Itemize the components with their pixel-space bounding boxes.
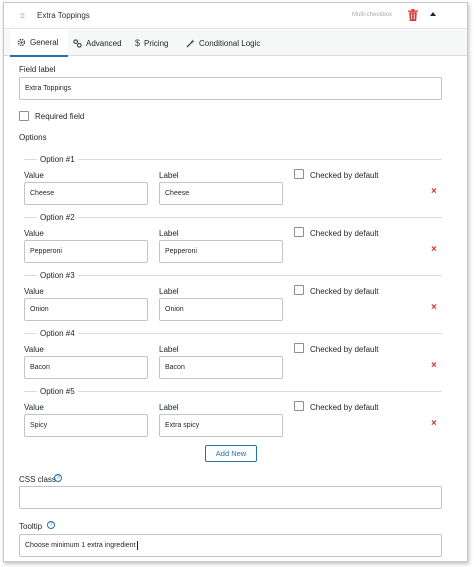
option-label-input[interactable]: Bacon	[159, 356, 283, 379]
field-label-heading: Field label	[19, 65, 56, 74]
checked-by-default-label: Checked by default	[310, 345, 379, 354]
option-label-label: Label	[159, 403, 179, 412]
option-label-label: Label	[159, 171, 179, 180]
option-value-label: Value	[24, 287, 44, 296]
remove-option-icon[interactable]: ×	[431, 419, 437, 429]
option-label-input[interactable]: Pepperoni	[159, 240, 283, 263]
option-value-input[interactable]: Bacon	[24, 356, 148, 379]
checked-by-default-label: Checked by default	[310, 171, 379, 180]
field-editor-panel: ↕↕ Extra Toppings Multi-checkbox General	[3, 2, 468, 562]
tab-pricing[interactable]: $ Pricing	[135, 30, 168, 56]
css-class-help-icon[interactable]: ?	[54, 474, 62, 482]
tooltip-input[interactable]: Choose minimum 1 extra ingredient	[19, 534, 442, 557]
field-title: Extra Toppings	[37, 11, 90, 20]
remove-option-icon[interactable]: ×	[431, 303, 437, 313]
tab-advanced-label: Advanced	[86, 38, 122, 48]
sliders-icon	[73, 38, 82, 48]
wand-icon	[186, 38, 195, 48]
tab-bar: General Advanced $ Pricing Conditional L…	[4, 30, 467, 57]
option-value-label: Value	[24, 171, 44, 180]
required-field-checkbox[interactable]	[19, 111, 29, 121]
checked-by-default-checkbox[interactable]	[294, 401, 304, 411]
option-label-input[interactable]: Onion	[159, 298, 283, 321]
required-field-label: Required field	[35, 112, 85, 121]
dollar-icon: $	[135, 38, 141, 48]
option-label-label: Label	[159, 287, 179, 296]
gear-icon	[17, 38, 26, 47]
tab-general-label: General	[30, 38, 59, 47]
tab-conditional-logic-label: Conditional Logic	[199, 38, 261, 48]
option-value-input[interactable]: Spicy	[24, 414, 148, 437]
tab-conditional-logic[interactable]: Conditional Logic	[186, 30, 260, 56]
checked-by-default-checkbox[interactable]	[294, 227, 304, 237]
tab-pricing-label: Pricing	[144, 38, 169, 48]
tooltip-label: Tooltip	[19, 522, 43, 531]
field-type-label: Multi-checkbox	[352, 12, 393, 18]
option-label-input[interactable]: Extra spicy	[159, 414, 283, 437]
checked-by-default-label: Checked by default	[310, 403, 379, 412]
option-value-label: Value	[24, 345, 44, 354]
option-legend: Option #1	[37, 155, 78, 164]
remove-option-icon[interactable]: ×	[431, 187, 437, 197]
option-divider	[24, 159, 442, 160]
checked-by-default-checkbox[interactable]	[294, 343, 304, 353]
option-legend: Option #3	[37, 271, 78, 280]
option-legend: Option #2	[37, 213, 78, 222]
css-class-label: CSS class	[19, 475, 56, 484]
trash-icon[interactable]	[408, 9, 418, 23]
field-header[interactable]: ↕↕ Extra Toppings Multi-checkbox	[4, 3, 467, 29]
tab-advanced[interactable]: Advanced	[73, 30, 122, 56]
css-class-input[interactable]	[19, 486, 442, 509]
option-divider	[24, 275, 442, 276]
option-divider	[24, 217, 442, 218]
tab-general[interactable]: General	[10, 30, 68, 57]
option-value-input[interactable]: Onion	[24, 298, 148, 321]
option-label-label: Label	[159, 345, 179, 354]
remove-option-icon[interactable]: ×	[431, 361, 437, 371]
option-value-label: Value	[24, 403, 44, 412]
option-label-input[interactable]: Cheese	[159, 182, 283, 205]
option-legend: Option #5	[37, 387, 78, 396]
checked-by-default-label: Checked by default	[310, 229, 379, 238]
tooltip-input-text: Choose minimum 1 extra ingredient	[25, 542, 136, 549]
option-divider	[24, 391, 442, 392]
checked-by-default-label: Checked by default	[310, 287, 379, 296]
field-label-input[interactable]: Extra Toppings	[19, 77, 442, 100]
options-heading: Options	[19, 133, 47, 142]
option-legend: Option #4	[37, 329, 78, 338]
checked-by-default-checkbox[interactable]	[294, 169, 304, 179]
option-label-label: Label	[159, 229, 179, 238]
checked-by-default-checkbox[interactable]	[294, 285, 304, 295]
text-cursor	[136, 541, 138, 550]
tooltip-help-icon[interactable]: ?	[47, 521, 55, 529]
option-divider	[24, 333, 442, 334]
drag-handle-icon[interactable]: ↕↕	[19, 10, 26, 20]
option-value-label: Value	[24, 229, 44, 238]
remove-option-icon[interactable]: ×	[431, 245, 437, 255]
add-new-option-button[interactable]: Add New	[205, 445, 257, 462]
option-value-input[interactable]: Cheese	[24, 182, 148, 205]
option-value-input[interactable]: Pepperoni	[24, 240, 148, 263]
collapse-caret-icon[interactable]	[430, 12, 436, 16]
